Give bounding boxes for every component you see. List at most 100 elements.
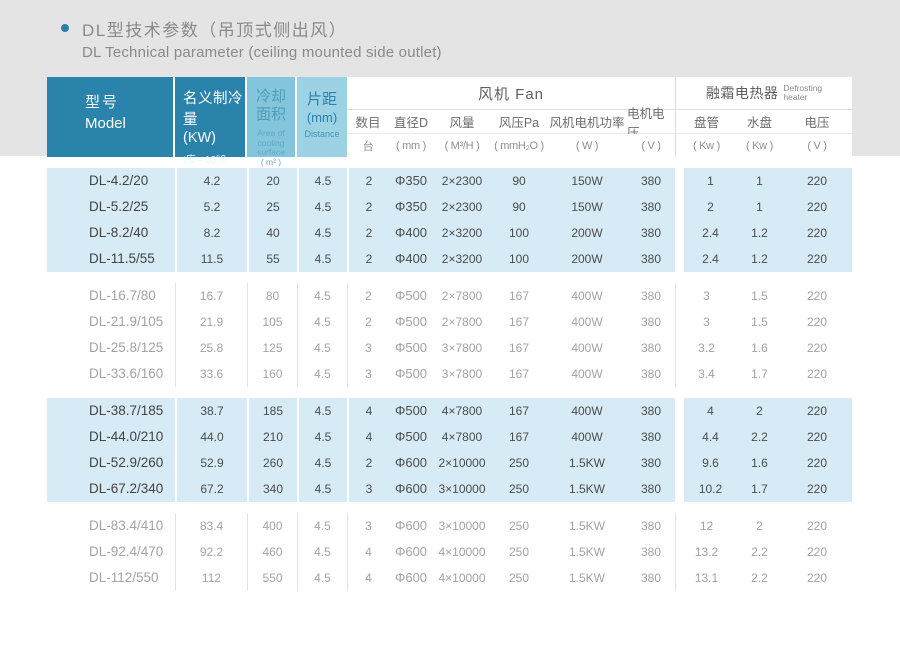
value-cell: 3 xyxy=(675,283,737,309)
value-cell: 4.5 xyxy=(297,246,347,272)
value-cell: 4 xyxy=(347,424,389,450)
value-cell: 44.0 xyxy=(175,424,247,450)
value-cell: 25.8 xyxy=(175,335,247,361)
value-cell: 1.6 xyxy=(737,335,782,361)
header-fan-voltage: 电机电压 xyxy=(627,110,675,134)
value-cell: 13.2 xyxy=(675,539,737,565)
value-cell: 2 xyxy=(347,246,389,272)
unit-fan-count: 台 xyxy=(347,134,389,157)
value-cell: 4×10000 xyxy=(433,539,491,565)
page-title-zh: DL型技术参数（吊顶式侧出风） xyxy=(82,16,442,41)
value-cell: 1 xyxy=(675,168,737,194)
value-cell: 3 xyxy=(347,335,389,361)
value-cell: 1.5KW xyxy=(547,450,627,476)
header-capacity-unit: (KW) xyxy=(183,130,245,146)
value-cell: 160 xyxy=(247,361,297,387)
value-cell: 1.5 xyxy=(737,283,782,309)
value-cell: 3 xyxy=(347,361,389,387)
table-group: DL-38.7/18538.71854.54Φ5004×7800167400W3… xyxy=(47,398,852,502)
header-defrost-voltage: 电压 xyxy=(782,110,852,134)
value-cell: 1.5KW xyxy=(547,565,627,591)
value-cell: 2×2300 xyxy=(433,194,491,220)
value-cell: 220 xyxy=(782,194,852,220)
model-cell: DL-16.7/80 xyxy=(47,283,175,309)
header-fan-count: 数目 xyxy=(347,110,389,134)
value-cell: Φ500 xyxy=(389,361,433,387)
value-cell: 220 xyxy=(782,565,852,591)
value-cell: 250 xyxy=(491,565,547,591)
header-model: 型号 Model xyxy=(47,77,175,157)
value-cell: 8.2 xyxy=(175,220,247,246)
value-cell: 2 xyxy=(737,398,782,424)
model-cell: DL-33.6/160 xyxy=(47,361,175,387)
header-area-unit: ( m² ) xyxy=(247,158,295,168)
value-cell: 100 xyxy=(491,220,547,246)
value-cell: Φ600 xyxy=(389,513,433,539)
value-cell: 167 xyxy=(491,361,547,387)
header-area-en: Area of cooling surface ( m² ) xyxy=(247,129,295,167)
value-cell: 67.2 xyxy=(175,476,247,502)
value-cell: 1.2 xyxy=(737,220,782,246)
header-defrost-en: Defrosting heater xyxy=(783,84,822,102)
header-defrost-title: 融霜电热器 Defrosting heater xyxy=(675,77,852,110)
value-cell: 250 xyxy=(491,539,547,565)
value-cell: 400W xyxy=(547,283,627,309)
value-cell: 2.2 xyxy=(737,424,782,450)
value-cell: 400W xyxy=(547,424,627,450)
value-cell: 1.5KW xyxy=(547,539,627,565)
value-cell: 3×10000 xyxy=(433,513,491,539)
value-cell: 2.4 xyxy=(675,220,737,246)
model-cell: DL-25.8/125 xyxy=(47,335,175,361)
value-cell: 4.5 xyxy=(297,194,347,220)
value-cell: 2 xyxy=(347,309,389,335)
value-cell: 2 xyxy=(347,220,389,246)
value-cell: 4×7800 xyxy=(433,424,491,450)
value-cell: 380 xyxy=(627,246,675,272)
bullet-icon xyxy=(61,24,69,32)
value-cell: 200W xyxy=(547,246,627,272)
header-defrost-en2: heater xyxy=(783,93,822,102)
header-fan-pressure: 风压Pa xyxy=(491,110,547,134)
value-cell: 2 xyxy=(737,513,782,539)
value-cell: 380 xyxy=(627,168,675,194)
table-group: DL-16.7/8016.7804.52Φ5002×7800167400W380… xyxy=(47,283,852,387)
table-group: DL-4.2/204.2204.52Φ3502×230090150W380112… xyxy=(47,168,852,272)
value-cell: 380 xyxy=(627,513,675,539)
value-cell: 2 xyxy=(347,194,389,220)
unit-fan-diameter: ( mm ) xyxy=(389,134,433,157)
value-cell: 380 xyxy=(627,220,675,246)
model-cell: DL-21.9/105 xyxy=(47,309,175,335)
value-cell: 4.5 xyxy=(297,565,347,591)
value-cell: 380 xyxy=(627,450,675,476)
header-defrost-coil: 盘管 xyxy=(675,110,737,134)
value-cell: 4.2 xyxy=(175,168,247,194)
value-cell: 13.1 xyxy=(675,565,737,591)
value-cell: 5.2 xyxy=(175,194,247,220)
value-cell: 2 xyxy=(347,450,389,476)
value-cell: 220 xyxy=(782,450,852,476)
value-cell: 2×10000 xyxy=(433,450,491,476)
unit-defrost-pan: ( Kw ) xyxy=(737,134,782,157)
model-cell: DL-8.2/40 xyxy=(47,220,175,246)
value-cell: 16.7 xyxy=(175,283,247,309)
value-cell: 400W xyxy=(547,398,627,424)
value-cell: 340 xyxy=(247,476,297,502)
table-body: DL-4.2/204.2204.52Φ3502×230090150W380112… xyxy=(47,168,852,591)
value-cell: 4.5 xyxy=(297,168,347,194)
value-cell: 2 xyxy=(347,168,389,194)
value-cell: 25 xyxy=(247,194,297,220)
page: DL型技术参数（吊顶式侧出风） DL Technical parameter (… xyxy=(0,0,900,650)
value-cell: 3.2 xyxy=(675,335,737,361)
value-cell: 4.5 xyxy=(297,398,347,424)
value-cell: 185 xyxy=(247,398,297,424)
model-cell: DL-112/550 xyxy=(47,565,175,591)
value-cell: Φ600 xyxy=(389,476,433,502)
unit-fan-pressure: ( mmH₂O ) xyxy=(491,134,547,157)
value-cell: 400W xyxy=(547,335,627,361)
value-cell: 2.2 xyxy=(737,565,782,591)
unit-defrost-voltage: ( V ) xyxy=(782,134,852,157)
value-cell: 400W xyxy=(547,361,627,387)
model-cell: DL-4.2/20 xyxy=(47,168,175,194)
value-cell: Φ500 xyxy=(389,424,433,450)
value-cell: 220 xyxy=(782,309,852,335)
